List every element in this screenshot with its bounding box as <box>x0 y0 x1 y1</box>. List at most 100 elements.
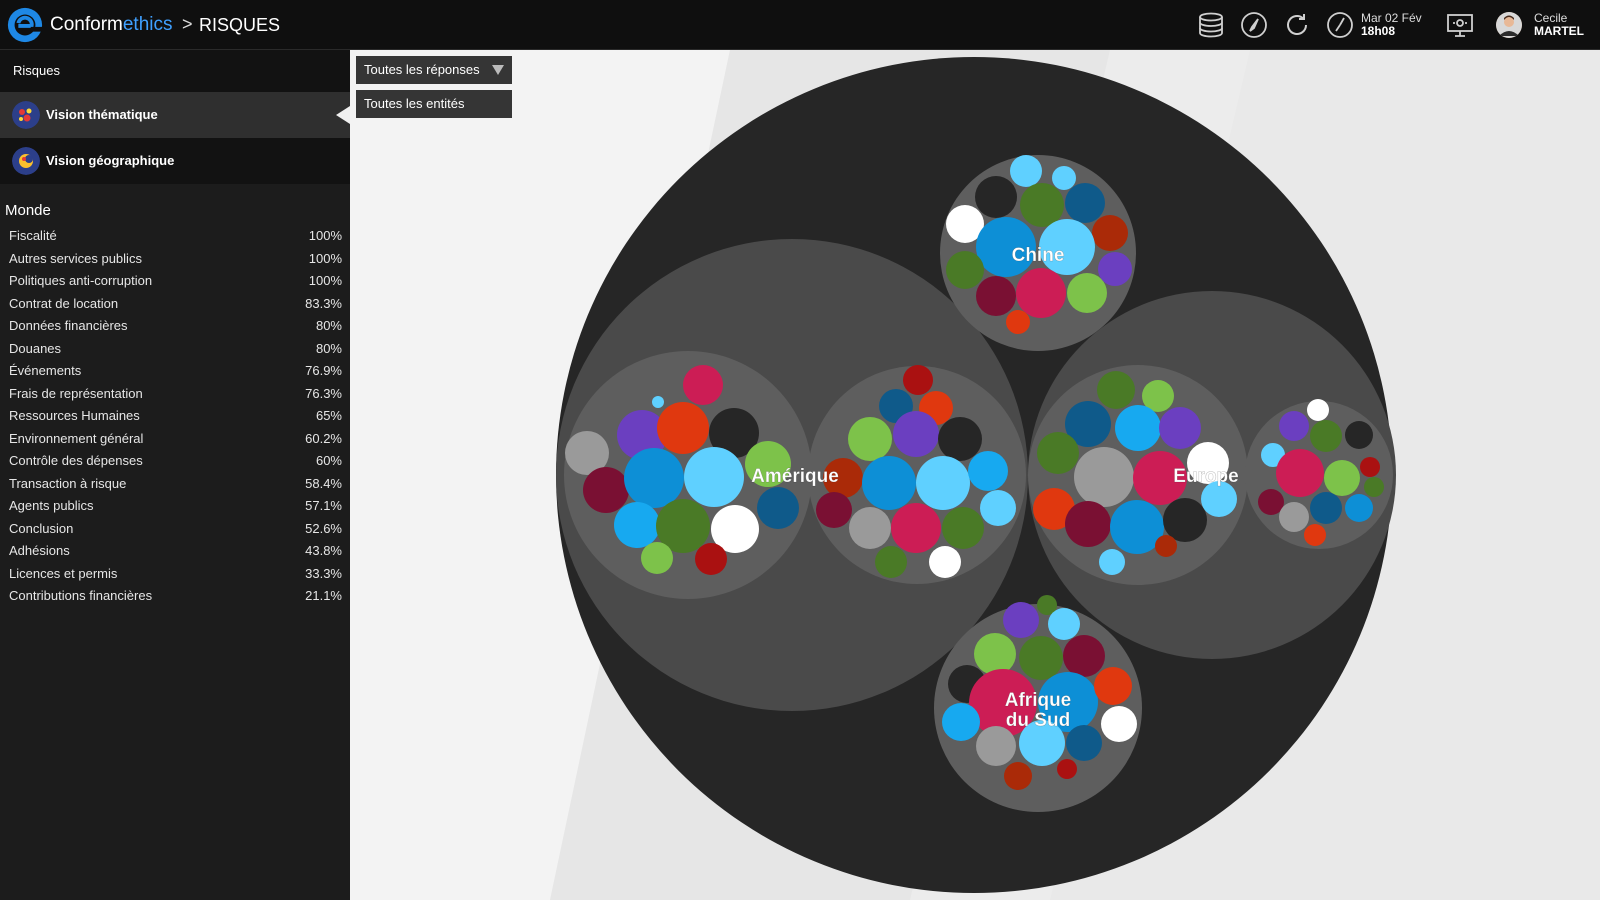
risk-row[interactable]: Événements 76.9% <box>0 360 350 383</box>
data-bubble[interactable] <box>1276 449 1324 497</box>
data-bubble[interactable] <box>1003 602 1039 638</box>
data-bubble[interactable] <box>1159 407 1201 449</box>
data-bubble[interactable] <box>1360 457 1380 477</box>
data-bubble[interactable] <box>757 487 799 529</box>
data-bubble[interactable] <box>657 402 709 454</box>
risk-row[interactable]: Transaction à risque 58.4% <box>0 473 350 496</box>
responses-dropdown[interactable]: Toutes les réponses <box>356 56 512 84</box>
refresh-icon[interactable] <box>1283 11 1311 39</box>
risk-row[interactable]: Environnement général 60.2% <box>0 428 350 451</box>
data-bubble[interactable] <box>976 276 1016 316</box>
brand-name[interactable]: Conformethics <box>50 14 173 36</box>
data-bubble[interactable] <box>1019 636 1063 680</box>
data-bubble[interactable] <box>583 467 629 513</box>
data-bubble[interactable] <box>946 251 984 289</box>
risk-row[interactable]: Ressources Humaines 65% <box>0 405 350 428</box>
data-bubble[interactable] <box>1099 549 1125 575</box>
risk-row[interactable]: Contrôle des dépenses 60% <box>0 450 350 473</box>
risk-row[interactable]: Licences et permis 33.3% <box>0 563 350 586</box>
data-bubble[interactable] <box>1006 310 1030 334</box>
data-bubble[interactable] <box>1258 489 1284 515</box>
risk-row[interactable]: Frais de représentation 76.3% <box>0 383 350 406</box>
data-bubble[interactable] <box>614 502 660 548</box>
data-bubble[interactable] <box>903 365 933 395</box>
data-bubble[interactable] <box>942 507 984 549</box>
clock-icon[interactable] <box>1326 11 1354 39</box>
data-bubble[interactable] <box>1020 183 1064 227</box>
risk-row[interactable]: Fiscalité 100% <box>0 225 350 248</box>
bubble-chart[interactable]: Amérique Europe Chine Afriquedu Sud <box>350 50 1600 900</box>
data-bubble[interactable] <box>1052 166 1076 190</box>
data-bubble[interactable] <box>1074 447 1134 507</box>
data-bubble[interactable] <box>816 492 852 528</box>
data-bubble[interactable] <box>1345 494 1373 522</box>
risk-row[interactable]: Contributions financières 21.1% <box>0 585 350 608</box>
data-bubble[interactable] <box>891 503 941 553</box>
entities-filter[interactable]: Toutes les entités <box>356 90 512 118</box>
data-bubble[interactable] <box>938 417 982 461</box>
data-bubble[interactable] <box>1097 371 1135 409</box>
data-bubble[interactable] <box>849 507 891 549</box>
data-bubble[interactable] <box>641 542 673 574</box>
data-bubble[interactable] <box>1067 273 1107 313</box>
data-bubble[interactable] <box>916 456 970 510</box>
data-bubble[interactable] <box>1098 252 1132 286</box>
data-bubble[interactable] <box>1048 608 1080 640</box>
data-bubble[interactable] <box>1094 667 1132 705</box>
data-bubble[interactable] <box>974 633 1016 675</box>
sidebar-item-vision-thematique[interactable]: Vision thématique <box>0 92 350 138</box>
risk-row[interactable]: Douanes 80% <box>0 338 350 361</box>
screen-settings-icon[interactable] <box>1446 11 1474 39</box>
risk-row[interactable]: Autres services publics 100% <box>0 248 350 271</box>
data-bubble[interactable] <box>1010 155 1042 187</box>
data-bubble[interactable] <box>976 726 1016 766</box>
risk-row[interactable]: Données financières 80% <box>0 315 350 338</box>
data-bubble[interactable] <box>1066 725 1102 761</box>
data-bubble[interactable] <box>695 543 727 575</box>
data-bubble[interactable] <box>1324 460 1360 496</box>
data-bubble[interactable] <box>1279 502 1309 532</box>
conformethics-logo-icon[interactable] <box>6 6 44 44</box>
risk-row[interactable]: Agents publics 57.1% <box>0 495 350 518</box>
data-bubble[interactable] <box>1307 399 1329 421</box>
risk-row[interactable]: Contrat de location 83.3% <box>0 293 350 316</box>
database-icon[interactable] <box>1197 11 1225 39</box>
data-bubble[interactable] <box>1310 420 1342 452</box>
data-bubble[interactable] <box>862 456 916 510</box>
data-bubble[interactable] <box>684 447 744 507</box>
data-bubble[interactable] <box>1163 498 1207 542</box>
risk-row[interactable]: Conclusion 52.6% <box>0 518 350 541</box>
user-name[interactable]: Cecile MARTEL <box>1534 12 1584 38</box>
sidebar-item-vision-geographique[interactable]: Vision géographique <box>0 138 350 184</box>
data-bubble[interactable] <box>848 417 892 461</box>
data-bubble[interactable] <box>875 546 907 578</box>
data-bubble[interactable] <box>893 411 939 457</box>
breadcrumb-section[interactable]: RISQUES <box>199 15 280 36</box>
compass-icon[interactable] <box>1240 11 1268 39</box>
data-bubble[interactable] <box>1092 215 1128 251</box>
data-bubble[interactable] <box>1101 706 1137 742</box>
data-bubble[interactable] <box>624 448 684 508</box>
risk-row[interactable]: Politiques anti-corruption 100% <box>0 270 350 293</box>
data-bubble[interactable] <box>1279 411 1309 441</box>
data-bubble[interactable] <box>968 451 1008 491</box>
data-bubble[interactable] <box>1155 535 1177 557</box>
data-bubble[interactable] <box>1364 477 1384 497</box>
data-bubble[interactable] <box>1304 524 1326 546</box>
data-bubble[interactable] <box>1065 501 1111 547</box>
data-bubble[interactable] <box>1057 759 1077 779</box>
data-bubble[interactable] <box>1016 268 1066 318</box>
data-bubble[interactable] <box>1065 183 1105 223</box>
data-bubble[interactable] <box>1310 492 1342 524</box>
risk-row[interactable]: Adhésions 43.8% <box>0 540 350 563</box>
data-bubble[interactable] <box>1063 635 1105 677</box>
data-bubble[interactable] <box>1345 421 1373 449</box>
data-bubble[interactable] <box>942 703 980 741</box>
data-bubble[interactable] <box>980 490 1016 526</box>
data-bubble[interactable] <box>1115 405 1161 451</box>
data-bubble[interactable] <box>683 365 723 405</box>
data-bubble[interactable] <box>929 546 961 578</box>
data-bubble[interactable] <box>975 176 1017 218</box>
data-bubble[interactable] <box>1037 432 1079 474</box>
data-bubble[interactable] <box>652 396 664 408</box>
